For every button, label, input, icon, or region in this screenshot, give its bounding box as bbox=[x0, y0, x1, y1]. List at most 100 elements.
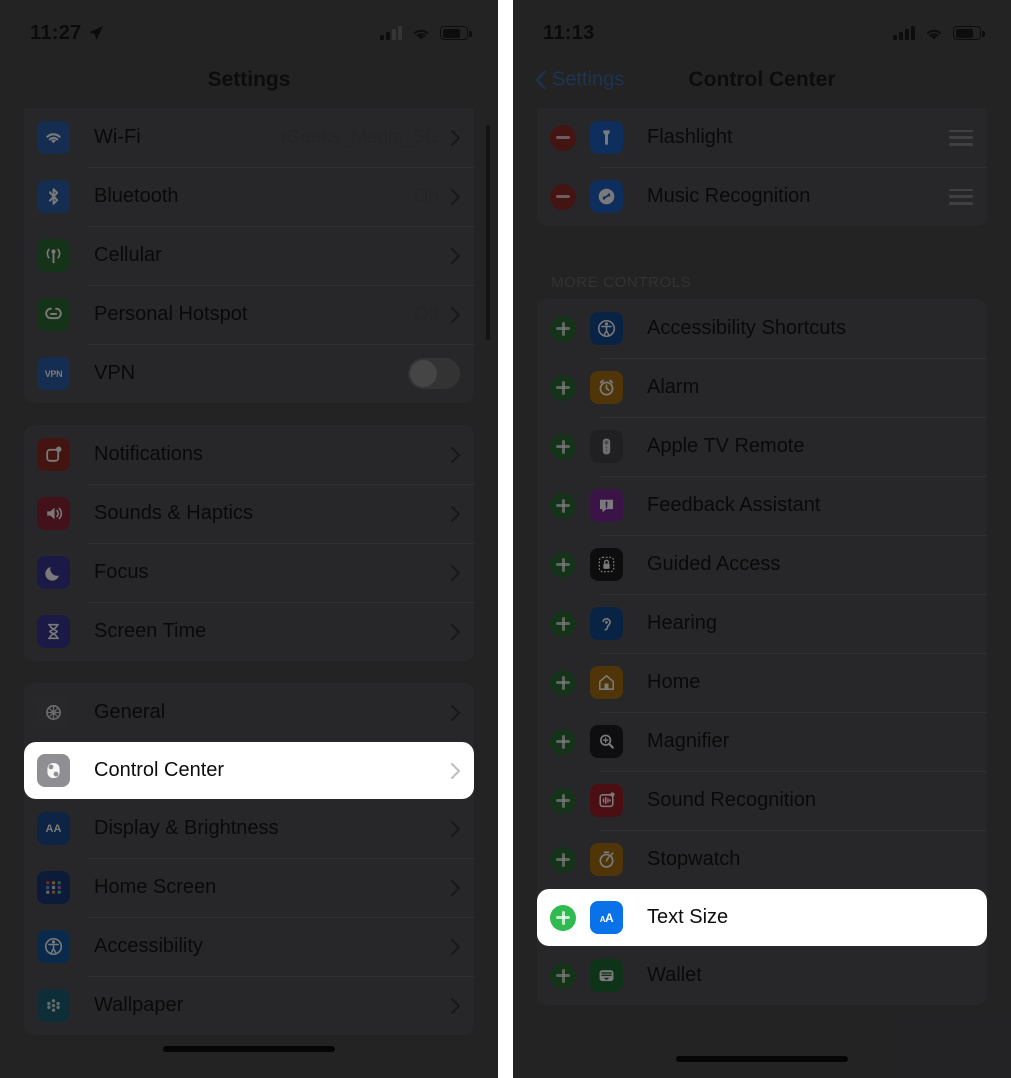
add-control-button[interactable] bbox=[550, 610, 576, 637]
cellular-app-icon bbox=[37, 239, 70, 272]
more-row-sound-recognition[interactable]: Sound Recognition bbox=[537, 771, 987, 830]
more-controls-section-header: MORE CONTROLS bbox=[551, 274, 692, 291]
accessibility-app-icon bbox=[590, 312, 623, 345]
more-row-label: Stopwatch bbox=[647, 848, 741, 870]
cellular-signal-icon bbox=[893, 26, 915, 40]
right-nav-bar: Settings Control Center bbox=[513, 52, 1011, 108]
settings-row-label: Focus bbox=[94, 561, 149, 583]
chevron-right-icon bbox=[451, 762, 460, 779]
left-status-bar: 11:27 bbox=[0, 0, 498, 52]
more-row-wallet[interactable]: Wallet bbox=[537, 946, 987, 1005]
included-row-flashlight[interactable]: Flashlight bbox=[537, 108, 987, 167]
chevron-right-icon bbox=[451, 306, 460, 323]
remove-control-button[interactable] bbox=[550, 124, 576, 151]
add-control-button[interactable] bbox=[550, 315, 576, 342]
add-control-button[interactable] bbox=[550, 904, 576, 931]
drag-handle-icon[interactable] bbox=[949, 129, 973, 146]
wallet-app-icon bbox=[590, 959, 623, 992]
home-indicator bbox=[676, 1056, 848, 1062]
settings-row-cellular[interactable]: Cellular bbox=[24, 226, 474, 285]
more-row-guided-access[interactable]: Guided Access bbox=[537, 535, 987, 594]
more-row-hearing[interactable]: Hearing bbox=[537, 594, 987, 653]
chevron-right-icon bbox=[451, 704, 460, 721]
settings-row-value: On bbox=[413, 185, 439, 207]
included-row-label: Flashlight bbox=[647, 126, 733, 148]
settings-row-bluetooth[interactable]: Bluetooth On bbox=[24, 167, 474, 226]
right-phone-screen: 11:13 Settings Control Center Flashlight… bbox=[513, 0, 1011, 1078]
scrollbar-indicator[interactable] bbox=[486, 125, 490, 340]
settings-row-personal-hotspot[interactable]: Personal Hotspot Off bbox=[24, 285, 474, 344]
more-row-accessibility-shortcuts[interactable]: Accessibility Shortcuts bbox=[537, 299, 987, 358]
settings-row-vpn[interactable]: VPN VPN bbox=[24, 344, 474, 403]
right-phone-screenshot: 11:13 Settings Control Center Flashlight… bbox=[513, 0, 1011, 1078]
status-time: 11:13 bbox=[543, 21, 595, 44]
drag-handle-icon[interactable] bbox=[949, 188, 973, 205]
settings-row-label: Bluetooth bbox=[94, 185, 179, 207]
left-nav-bar: Settings bbox=[0, 52, 498, 108]
settings-row-general[interactable]: General bbox=[24, 683, 474, 742]
settings-row-accessibility[interactable]: Accessibility bbox=[24, 917, 474, 976]
add-control-button[interactable] bbox=[550, 374, 576, 401]
focus-moon-app-icon bbox=[37, 556, 70, 589]
settings-row-wifi[interactable]: Wi-Fi iGeeks_Media_5G bbox=[24, 108, 474, 167]
add-control-button[interactable] bbox=[550, 787, 576, 814]
home-indicator bbox=[163, 1046, 335, 1052]
chevron-right-icon bbox=[451, 623, 460, 640]
add-control-button[interactable] bbox=[550, 433, 576, 460]
settings-row-label: General bbox=[94, 701, 166, 723]
more-row-magnifier[interactable]: Magnifier bbox=[537, 712, 987, 771]
wifi-icon bbox=[413, 29, 429, 40]
settings-list[interactable]: Wi-Fi iGeeks_Media_5G Bluetooth On Cellu… bbox=[0, 108, 498, 1078]
screenshot-stage: 11:27 Settings Wi-Fi iGeeks_Media_5G Blu… bbox=[0, 0, 1011, 1078]
feedback-assistant-app-icon bbox=[590, 489, 623, 522]
more-row-label: Wallet bbox=[647, 964, 702, 986]
settings-row-screen-time[interactable]: Screen Time bbox=[24, 602, 474, 661]
add-control-button[interactable] bbox=[550, 492, 576, 519]
settings-row-label: VPN bbox=[94, 362, 136, 384]
battery-icon bbox=[953, 26, 985, 40]
more-row-label: Magnifier bbox=[647, 730, 730, 752]
settings-row-label: Control Center bbox=[94, 759, 225, 781]
settings-row-label: Wallpaper bbox=[94, 994, 184, 1016]
more-row-feedback-assistant[interactable]: Feedback Assistant bbox=[537, 476, 987, 535]
add-control-button[interactable] bbox=[550, 551, 576, 578]
add-control-button[interactable] bbox=[550, 846, 576, 873]
more-row-label: Alarm bbox=[647, 376, 700, 398]
screen-time-app-icon bbox=[37, 615, 70, 648]
vpn-toggle[interactable] bbox=[408, 358, 460, 389]
notifications-app-icon bbox=[37, 438, 70, 471]
settings-row-display-brightness[interactable]: AA Display & Brightness bbox=[24, 799, 474, 858]
more-row-stopwatch[interactable]: Stopwatch bbox=[537, 830, 987, 889]
settings-row-notifications[interactable]: Notifications bbox=[24, 425, 474, 484]
back-to-settings-button[interactable]: Settings bbox=[535, 69, 624, 92]
add-control-button[interactable] bbox=[550, 728, 576, 755]
settings-row-wallpaper[interactable]: Wallpaper bbox=[24, 976, 474, 1035]
settings-row-sounds-haptics[interactable]: Sounds & Haptics bbox=[24, 484, 474, 543]
chevron-right-icon bbox=[451, 505, 460, 522]
back-button-label: Settings bbox=[552, 68, 625, 91]
more-controls-group: Accessibility Shortcuts Alarm Apple TV R… bbox=[537, 299, 987, 1005]
stopwatch-app-icon bbox=[590, 843, 623, 876]
control-center-list[interactable]: Flashlight Music Recognition MORE CONTRO… bbox=[513, 108, 1011, 1078]
settings-row-home-screen[interactable]: Home Screen bbox=[24, 858, 474, 917]
more-row-alarm[interactable]: Alarm bbox=[537, 358, 987, 417]
add-control-button[interactable] bbox=[550, 962, 576, 989]
control-center-app-icon bbox=[37, 754, 70, 787]
page-title: Settings bbox=[207, 68, 291, 91]
settings-group-connectivity: Wi-Fi iGeeks_Media_5G Bluetooth On Cellu… bbox=[24, 108, 474, 403]
add-control-button[interactable] bbox=[550, 669, 576, 696]
chevron-right-icon bbox=[451, 938, 460, 955]
remove-control-button[interactable] bbox=[550, 183, 576, 210]
more-row-label: Apple TV Remote bbox=[647, 435, 805, 457]
wifi-app-icon bbox=[37, 121, 70, 154]
more-row-home[interactable]: Home bbox=[537, 653, 987, 712]
page-title: Control Center bbox=[688, 68, 836, 91]
settings-row-control-center[interactable]: Control Center bbox=[24, 742, 474, 799]
bluetooth-app-icon bbox=[37, 180, 70, 213]
included-row-music-recognition[interactable]: Music Recognition bbox=[537, 167, 987, 226]
wifi-icon bbox=[926, 29, 942, 40]
apple-tv-remote-app-icon bbox=[590, 430, 623, 463]
more-row-text-size[interactable]: AA Text Size bbox=[537, 889, 987, 946]
settings-row-focus[interactable]: Focus bbox=[24, 543, 474, 602]
more-row-apple-tv-remote[interactable]: Apple TV Remote bbox=[537, 417, 987, 476]
